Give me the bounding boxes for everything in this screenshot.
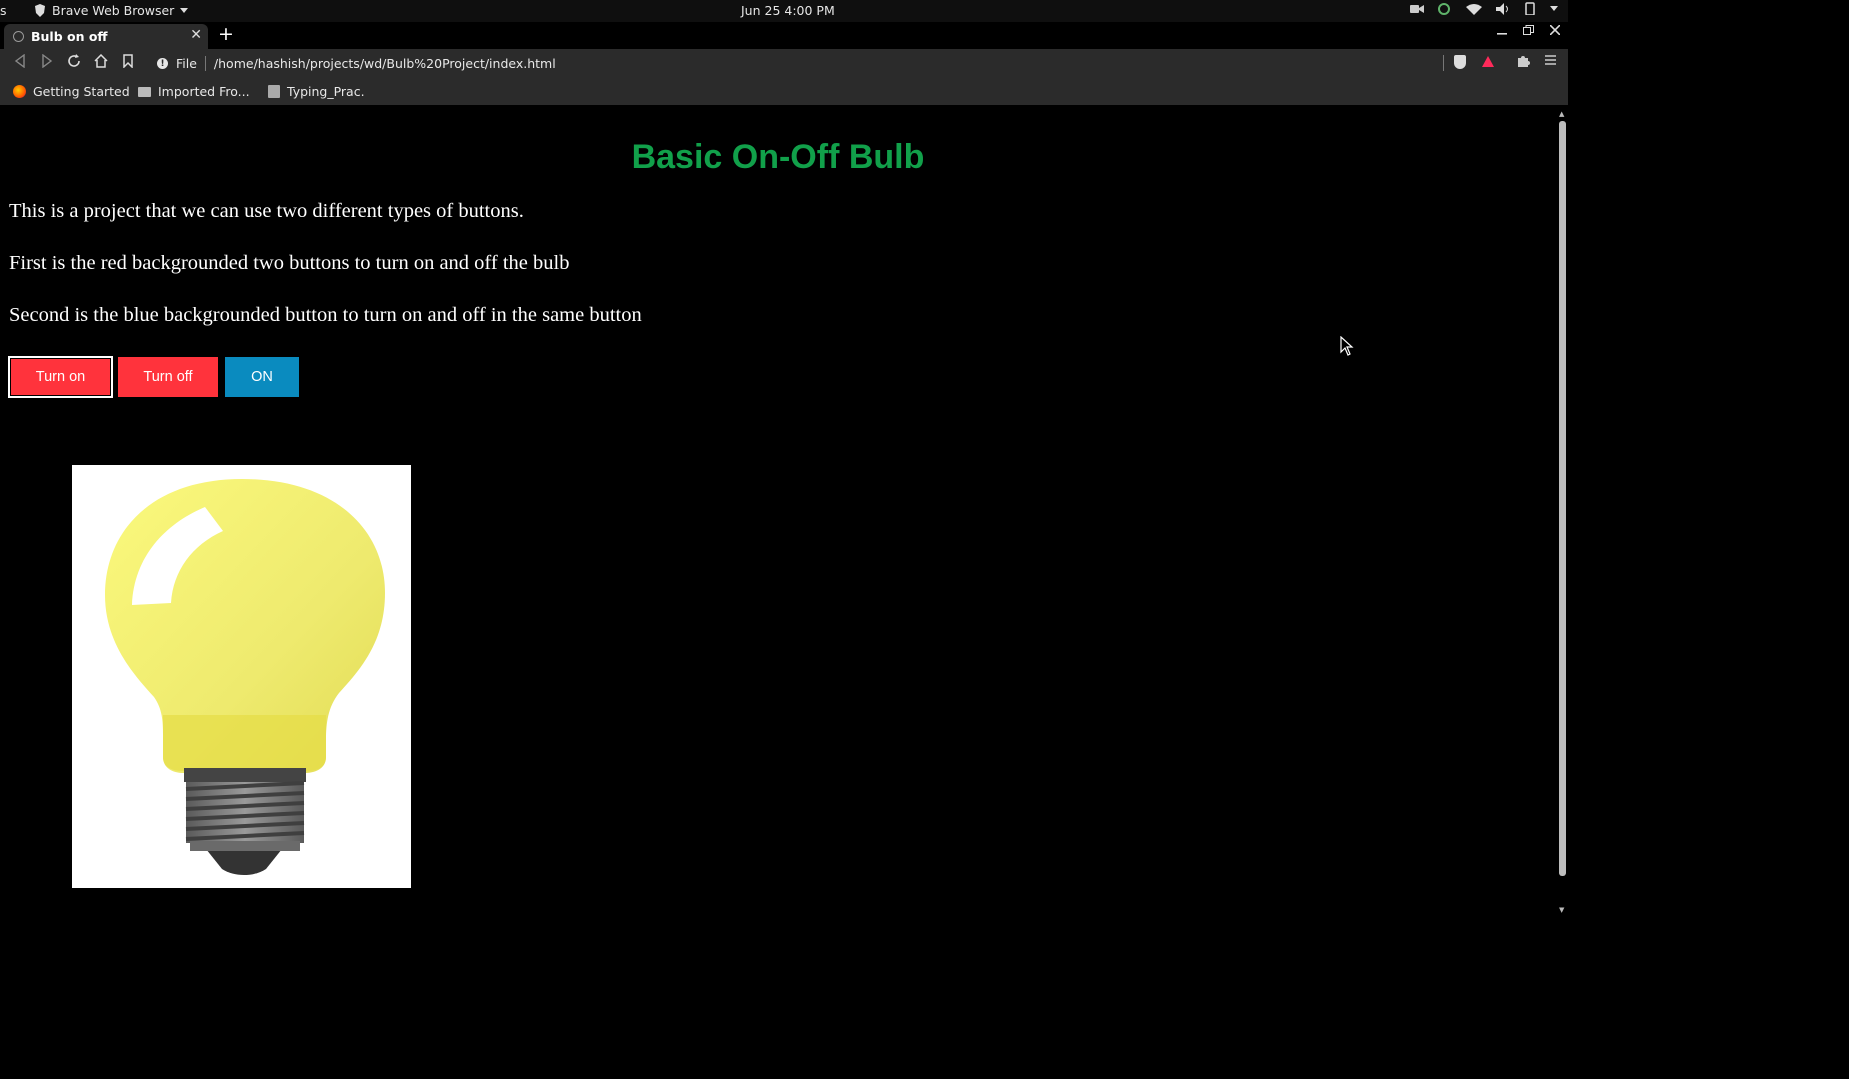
bookmark-imported-from[interactable]: Imported Fro... <box>138 84 250 99</box>
bookmark-label: Imported Fro... <box>158 84 250 99</box>
window-controls <box>1497 25 1560 35</box>
tab-strip: Bulb on off ✕ + <box>0 22 1568 49</box>
sync-icon <box>1438 2 1450 15</box>
bulb-image <box>72 465 411 888</box>
app-menu[interactable]: Brave Web Browser <box>34 3 189 18</box>
volume-icon <box>1496 2 1508 15</box>
brave-shields-icon[interactable] <box>1454 55 1466 69</box>
url-separator <box>204 56 206 71</box>
restore-icon[interactable] <box>1523 25 1534 35</box>
toggle-on-button[interactable]: ON <box>225 357 299 397</box>
turn-on-button[interactable]: Turn on <box>8 356 113 398</box>
browser-toolbar: ! File /home/hashish/projects/wd/Bulb%20… <box>0 49 1568 78</box>
site-info-icon[interactable]: ! <box>157 58 168 69</box>
folder-icon <box>138 86 151 97</box>
blue-button-paragraph: Second is the blue backgrounded button t… <box>9 304 642 326</box>
home-icon[interactable] <box>94 54 108 68</box>
bookmark-typing-prac[interactable]: Typing_Prac. <box>268 84 365 99</box>
chevron-down-icon <box>180 8 189 13</box>
page-icon <box>268 85 280 98</box>
scroll-up-icon[interactable]: ▲ <box>1559 110 1564 118</box>
address-bar[interactable]: ! File /home/hashish/projects/wd/Bulb%20… <box>148 51 1506 76</box>
tab-bulb-on-off[interactable]: Bulb on off ✕ <box>4 24 208 49</box>
system-clock[interactable]: Jun 25 4:00 PM <box>741 3 835 18</box>
close-tab-icon[interactable]: ✕ <box>190 27 202 43</box>
app-name: Brave Web Browser <box>52 3 175 18</box>
page-title: Basic On-Off Bulb <box>631 138 925 176</box>
system-menu-chevron-icon <box>1550 6 1558 11</box>
menu-icon[interactable] <box>1545 54 1556 66</box>
back-icon[interactable] <box>14 54 26 68</box>
wifi-icon <box>1466 3 1482 15</box>
url-scheme-label: File <box>176 56 197 71</box>
bookmark-label: Getting Started <box>33 84 130 99</box>
activities-edge-label: s <box>0 3 7 18</box>
bookmarks-bar: Getting Started Imported Fro... Typing_P… <box>0 78 1568 105</box>
toolbar-divider <box>1443 55 1444 71</box>
turn-off-button[interactable]: Turn off <box>118 357 218 397</box>
new-tab-button[interactable]: + <box>218 23 234 45</box>
firefox-icon <box>13 85 26 98</box>
bookmark-icon[interactable] <box>122 54 134 68</box>
minimize-icon[interactable] <box>1497 25 1507 35</box>
scrollbar-thumb[interactable] <box>1559 121 1566 876</box>
bookmark-label: Typing_Prac. <box>287 84 365 99</box>
system-top-bar: s Brave Web Browser Jun 25 4:00 PM <box>0 0 1568 22</box>
globe-icon <box>13 31 24 42</box>
extensions-icon[interactable] <box>1516 54 1530 68</box>
red-buttons-paragraph: First is the red backgrounded two button… <box>9 252 570 274</box>
light-bulb-icon <box>105 479 385 875</box>
close-window-icon[interactable] <box>1550 25 1560 35</box>
scroll-down-icon[interactable]: ▼ <box>1559 906 1564 914</box>
system-tray[interactable] <box>1410 2 1558 15</box>
page-viewport: Basic On-Off Bulb This is a project that… <box>0 107 1568 915</box>
battery-icon <box>1525 2 1535 15</box>
brave-rewards-icon[interactable] <box>1482 56 1494 67</box>
camera-icon <box>1410 4 1424 13</box>
brave-lion-icon <box>35 4 45 17</box>
bookmark-getting-started[interactable]: Getting Started <box>13 84 130 99</box>
reload-icon[interactable] <box>67 54 81 68</box>
tab-title: Bulb on off <box>31 29 108 44</box>
mouse-cursor-icon <box>1340 336 1354 356</box>
forward-icon[interactable] <box>41 54 53 68</box>
intro-paragraph: This is a project that we can use two di… <box>9 200 524 222</box>
page-scrollbar[interactable]: ▲ ▼ <box>1556 107 1568 915</box>
url-text[interactable]: /home/hashish/projects/wd/Bulb%20Project… <box>214 56 556 71</box>
